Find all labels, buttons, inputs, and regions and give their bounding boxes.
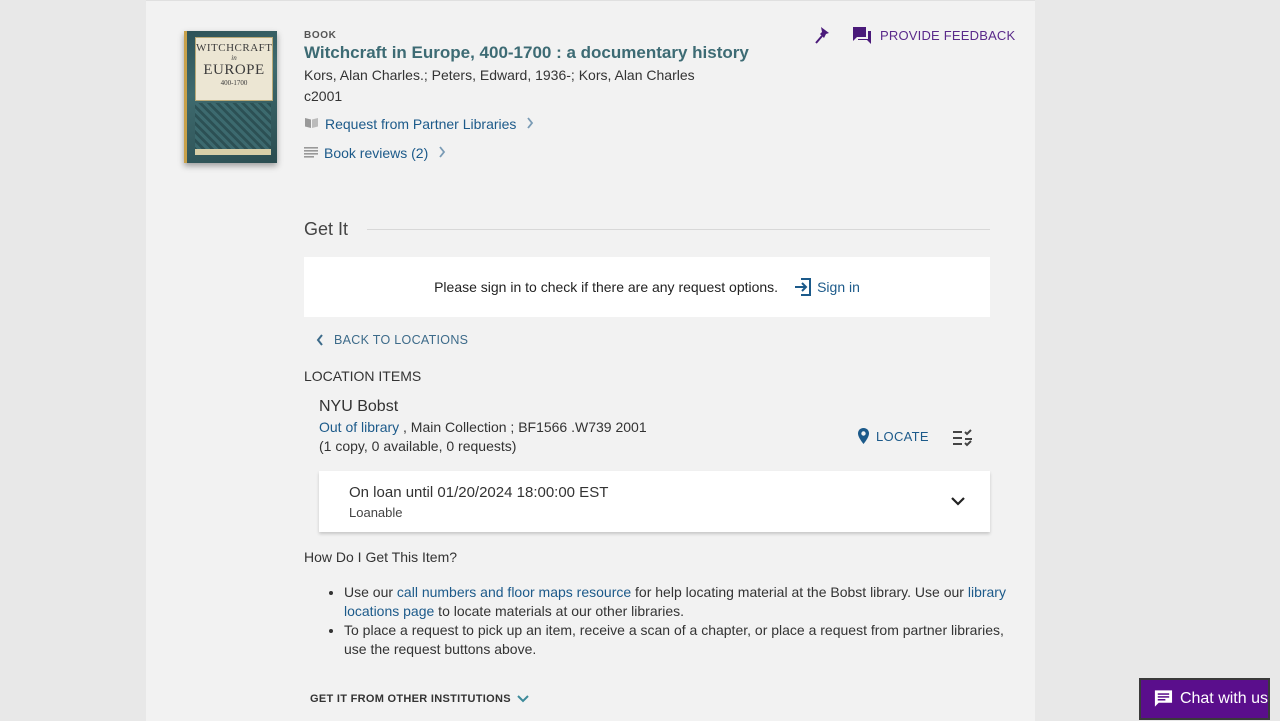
section-divider	[367, 229, 990, 230]
help-item: Use our call numbers and floor maps reso…	[344, 583, 1024, 621]
get-it-heading: Get It	[304, 219, 349, 239]
request-partner-libraries-link[interactable]: Request from Partner Libraries	[304, 116, 534, 132]
back-to-locations-label: BACK TO LOCATIONS	[334, 333, 469, 347]
copies-summary: (1 copy, 0 available, 0 requests)	[319, 438, 517, 454]
location-items-label: LOCATION ITEMS	[304, 368, 422, 384]
chat-widget-button[interactable]: Chat with us	[1139, 678, 1270, 720]
signin-icon	[795, 278, 812, 296]
filter-items-button[interactable]	[952, 428, 974, 448]
signin-button[interactable]: Sign in	[794, 278, 860, 296]
pin-icon	[815, 27, 829, 44]
back-to-locations-button[interactable]: BACK TO LOCATIONS	[316, 333, 468, 347]
help-list: Use our call numbers and floor maps reso…	[304, 583, 1024, 659]
item-row[interactable]: On loan until 01/20/2024 18:00:00 EST Lo…	[319, 471, 990, 532]
record-date: c2001	[304, 88, 343, 104]
map-pin-icon	[858, 428, 869, 444]
expand-item-button[interactable]	[950, 493, 966, 509]
chevron-right-icon	[438, 145, 446, 161]
filter-list-icon	[953, 429, 972, 447]
list-lines-icon	[304, 146, 318, 161]
book-reviews-label: Book reviews (2)	[324, 145, 429, 161]
help-text: to locate materials at our other librari…	[434, 603, 685, 619]
library-name: NYU Bobst	[319, 398, 399, 415]
chat-label: Chat with us	[1179, 690, 1268, 707]
request-partner-libraries-label: Request from Partner Libraries	[325, 116, 517, 132]
cover-label: WITCHCRAFT in EUROPE 400-1700	[195, 37, 273, 101]
chevron-right-icon	[526, 116, 534, 132]
record-authors: Kors, Alan Charles.; Peters, Edward, 193…	[304, 67, 695, 83]
cover-text-line3: EUROPE	[203, 62, 265, 78]
book-cover-thumbnail[interactable]: WITCHCRAFT in EUROPE 400-1700	[184, 31, 277, 163]
locate-label: LOCATE	[876, 428, 929, 444]
open-book-icon	[304, 116, 319, 132]
item-due-status: On loan until 01/20/2024 18:00:00 EST	[349, 484, 609, 501]
signin-card: Please sign in to check if there are any…	[304, 257, 990, 317]
cover-text-line4: 400-1700	[220, 79, 248, 87]
provide-feedback-label: PROVIDE FEEDBACK	[880, 27, 1016, 43]
locate-button[interactable]: LOCATE	[857, 427, 929, 445]
availability-status-link[interactable]: Out of library	[319, 419, 399, 435]
help-text: Use our	[344, 584, 397, 600]
library-location-line: Out of library , Main Collection ; BF156…	[319, 419, 647, 435]
book-reviews-link[interactable]: Book reviews (2)	[304, 145, 446, 161]
cover-artwork	[195, 103, 271, 155]
signin-label: Sign in	[817, 279, 860, 295]
location-detail: , Main Collection ; BF1566 .W739 2001	[399, 419, 647, 435]
cover-text-line2: in	[231, 54, 237, 62]
call-numbers-link[interactable]: call numbers and floor maps resource	[397, 584, 631, 600]
pin-record-button[interactable]	[814, 26, 832, 46]
item-policy: Loanable	[349, 505, 403, 520]
chevron-left-icon	[316, 334, 323, 346]
get-it-other-institutions-toggle[interactable]: GET IT FROM OTHER INSTITUTIONS	[310, 693, 529, 705]
record-type: BOOK	[304, 30, 337, 41]
help-text: for help locating material at the Bobst …	[631, 584, 968, 600]
how-do-i-get-heading: How Do I Get This Item?	[304, 549, 458, 565]
feedback-chat-icon	[853, 27, 871, 44]
signin-message: Please sign in to check if there are any…	[434, 279, 779, 295]
chevron-down-icon	[517, 695, 529, 703]
cover-text-line1: WITCHCRAFT	[196, 42, 273, 54]
cover-strip	[195, 149, 271, 155]
chat-bubble-icon	[1154, 690, 1173, 707]
chevron-down-icon	[951, 497, 965, 506]
help-item: To place a request to pick up an item, r…	[344, 621, 1024, 659]
provide-feedback-button[interactable]: PROVIDE FEEDBACK	[852, 26, 1015, 44]
other-institutions-label: GET IT FROM OTHER INSTITUTIONS	[310, 693, 511, 705]
record-title[interactable]: Witchcraft in Europe, 400-1700 : a docum…	[304, 43, 749, 63]
